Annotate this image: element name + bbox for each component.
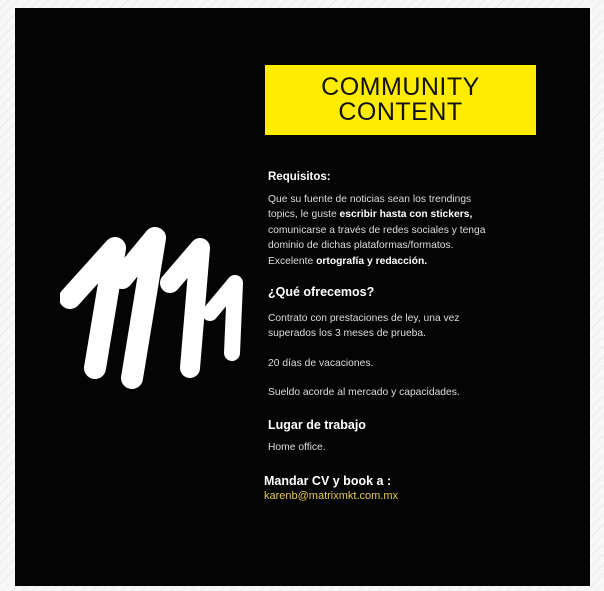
contacto-heading: Mandar CV y book a : — [264, 474, 392, 489]
title-line-1: COMMUNITY — [321, 73, 480, 101]
ofrecemos-heading: ¿Qué ofrecemos? — [268, 285, 375, 300]
lugar-value: Home office. — [268, 441, 326, 453]
lugar-heading: Lugar de trabajo — [268, 417, 366, 432]
brand-logo-m — [60, 227, 243, 389]
title-banner: COMMUNITY CONTENT — [265, 65, 536, 135]
job-poster: COMMUNITY CONTENT Requisitos: Que su fue… — [15, 8, 590, 586]
job-details: Requisitos: Que su fuente de noticias se… — [264, 171, 588, 502]
requisitos-text: Que su fuente de noticias sean los trend… — [268, 194, 486, 267]
contact-email[interactable]: karenb@matrixmkt.com.mx — [264, 490, 588, 502]
requisitos-heading: Requisitos: — [268, 171, 331, 183]
ofrecemos-text: Contrato con prestaciones de ley, una ve… — [268, 313, 460, 399]
title-line-2: CONTENT — [338, 98, 463, 126]
